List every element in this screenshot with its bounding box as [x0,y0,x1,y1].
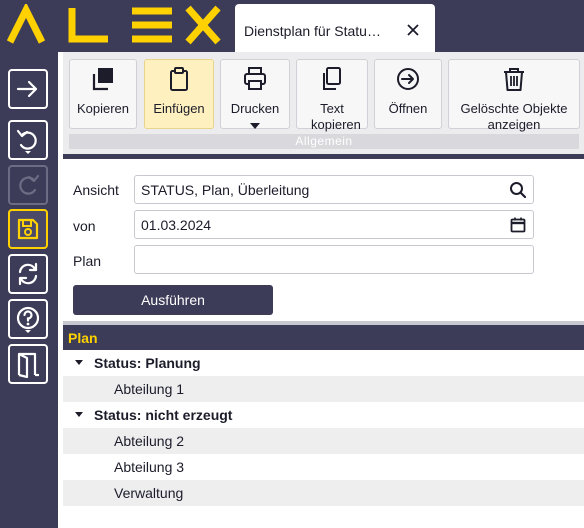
copy-text-label: Text kopieren [311,101,361,132]
tab-title: Dienstplan für Statu… [244,23,381,39]
tree-node-label: Verwaltung [114,485,184,501]
sidebar-help-button[interactable] [8,299,48,339]
copy-text-button[interactable]: Text kopieren [296,59,368,132]
run-button[interactable]: Ausführen [73,285,273,315]
print-button[interactable]: Drucken [220,59,290,129]
print-dropdown-caret[interactable] [250,123,260,129]
tree-node-label: Status: nicht erzeugt [94,407,233,423]
sidebar-redo-button[interactable] [8,165,48,205]
sidebar-forward-button[interactable] [8,69,48,109]
exit-door-icon [17,352,39,378]
open-label: Öffnen [388,101,428,116]
tree-node-abteilung-2[interactable]: Abteilung 2 [63,428,584,454]
tree-node-abteilung-1[interactable]: Abteilung 1 [63,376,584,402]
show-deleted-label: Gelöschte Objekte anzeigen [460,101,568,132]
plan-label: Plan [73,253,102,269]
copy-button[interactable]: Kopieren [69,59,137,129]
tree-header-label: Plan [68,330,98,346]
von-label: von [73,218,96,234]
undo-icon [16,129,37,154]
copy-text-icon [323,67,341,90]
sidebar-undo-button[interactable] [8,120,48,160]
tree-node-label: Abteilung 1 [114,381,185,397]
top-bar: Dienstplan für Statu… [0,0,584,52]
help-icon [16,306,40,333]
plan-field[interactable] [134,245,534,274]
ansicht-label: Ansicht [73,182,119,198]
refresh-icon [18,262,38,286]
ansicht-value: STATUS, Plan, Überleitung [141,182,310,198]
close-icon[interactable] [405,22,421,38]
tree-node-status-planung[interactable]: Status: Planung [63,350,584,376]
print-label: Drucken [230,101,280,116]
tree-node-abteilung-3[interactable]: Abteilung 3 [63,454,584,480]
tree-node-verwaltung[interactable]: Verwaltung [63,480,584,506]
calendar-icon[interactable] [509,216,527,234]
arrow-right-icon [16,80,38,98]
copy-icon [92,68,113,91]
redo-icon [19,174,40,195]
open-button[interactable]: Öffnen [374,59,442,129]
expand-caret-icon[interactable] [75,360,83,365]
tree-header: Plan [63,325,584,350]
von-date-field[interactable]: 01.03.2024 [134,210,534,239]
tree-node-label: Abteilung 3 [114,459,185,475]
toolbar-divider [63,154,584,159]
show-deleted-button[interactable]: Gelöschte Objekte anzeigen [448,59,580,132]
toolbar-group-label: Allgemein [69,134,579,149]
alex-logo [6,4,221,45]
tree-node-status-nicht-erzeugt[interactable]: Status: nicht erzeugt [63,402,584,428]
sidebar-refresh-button[interactable] [8,254,48,294]
trash-icon [504,68,524,91]
sidebar-exit-button[interactable] [8,344,48,384]
tab-dienstplan[interactable]: Dienstplan für Statu… [235,4,435,52]
printer-icon [244,67,266,90]
open-arrow-icon [397,68,419,90]
von-value: 01.03.2024 [141,217,212,233]
sidebar-save-button[interactable] [8,209,48,249]
paste-label: Einfügen [153,101,205,116]
tree-node-label: Abteilung 2 [114,433,185,449]
expand-caret-icon[interactable] [75,412,83,417]
sidebar [0,52,58,528]
search-icon[interactable] [509,181,527,199]
save-icon [17,218,39,240]
copy-label: Kopieren [76,101,130,116]
ansicht-field[interactable]: STATUS, Plan, Überleitung [134,175,534,204]
tree-node-label: Status: Planung [94,355,201,371]
clipboard-icon [170,67,188,91]
paste-button[interactable]: Einfügen [144,59,214,129]
toolbar: Kopieren Einfügen Drucken Text kopieren … [63,52,584,154]
